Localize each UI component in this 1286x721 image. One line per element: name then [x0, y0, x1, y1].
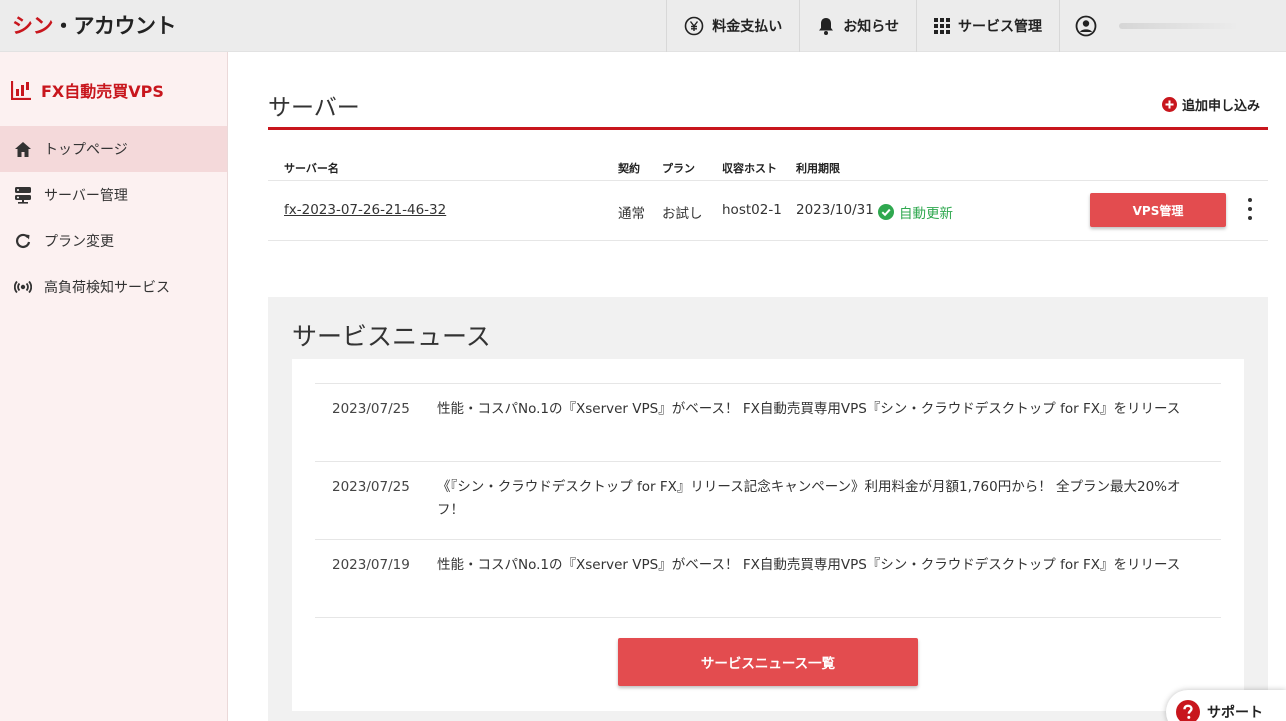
more-options-icon[interactable]: [1240, 196, 1260, 222]
news-text: 《『シン・クラウドデスクトップ for FX』リリース記念キャンペーン》利用料金…: [437, 479, 1181, 518]
news-text: 性能・コスパNo.1の『Xserver VPS』がベース！ FX自動売買専用VP…: [437, 557, 1181, 573]
sidebar-item-label: 高負荷検知サービス: [44, 280, 170, 296]
user-menu[interactable]: [1059, 0, 1286, 52]
column-header-plan: プラン: [662, 162, 695, 175]
news-item[interactable]: 2023/07/25 性能・コスパNo.1の『Xserver VPS』がベース！…: [315, 384, 1221, 462]
add-application-label: 追加申し込み: [1181, 99, 1260, 114]
service-news-list-button[interactable]: サービスニュース一覧: [618, 638, 918, 686]
table-cell-expiry: 2023/10/31: [796, 202, 874, 218]
nav-notifications-label: お知らせ: [843, 19, 899, 35]
top-header: シン・アカウント 料金支払い お知らせ サービス管理: [0, 0, 1286, 52]
brand-logo-accent: シン: [12, 14, 54, 38]
sidebar-item-label: サーバー管理: [44, 188, 128, 204]
service-news-panel: サービスニュース 2023/07/25 性能・コスパNo.1の『Xserver …: [268, 297, 1268, 721]
sidebar-item-top-page[interactable]: トップページ: [0, 126, 227, 172]
table-cell-host: host02-1: [722, 202, 782, 218]
column-header-host: 収容ホスト: [722, 162, 777, 175]
vps-management-button[interactable]: VPS管理: [1090, 193, 1226, 227]
support-label: サポート: [1207, 705, 1263, 721]
news-text: 性能・コスパNo.1の『Xserver VPS』がベース！ FX自動売買専用VP…: [437, 401, 1181, 417]
news-date: 2023/07/25: [332, 401, 410, 417]
auto-renew-label: 自動更新: [899, 206, 953, 222]
sidebar-item-plan-change[interactable]: プラン変更: [0, 218, 227, 264]
chart-icon: [11, 80, 32, 100]
column-header-server-name: サーバー名: [284, 162, 339, 175]
add-application-link[interactable]: 追加申し込み: [1161, 95, 1260, 114]
user-name-redacted: [1119, 23, 1239, 29]
news-item[interactable]: 2023/07/25 《『シン・クラウドデスクトップ for FX』リリース記念…: [315, 462, 1221, 540]
yen-circle-icon: [684, 16, 704, 36]
table-divider: [268, 240, 1268, 241]
broadcast-icon: [13, 280, 33, 294]
refresh-icon: [13, 233, 33, 249]
home-icon: [13, 141, 33, 158]
server-name-link[interactable]: fx-2023-07-26-21-46-32: [284, 202, 446, 218]
nav-service-management[interactable]: サービス管理: [916, 0, 1059, 52]
user-circle-icon: [1075, 15, 1097, 37]
nav-payment-label: 料金支払い: [712, 19, 783, 35]
top-nav: 料金支払い お知らせ サービス管理: [666, 0, 1286, 52]
table-cell-plan: お試し: [662, 206, 703, 222]
help-icon: [1176, 700, 1200, 721]
news-date: 2023/07/19: [332, 557, 410, 573]
news-item[interactable]: 2023/07/19 性能・コスパNo.1の『Xserver VPS』がベース！…: [315, 540, 1221, 618]
sidebar: FX自動売買VPS トップページ サーバー管理 プラン変更 高負荷検知サービス: [0, 52, 228, 721]
check-circle-icon: [878, 204, 894, 220]
sidebar-item-high-load-detection[interactable]: 高負荷検知サービス: [0, 264, 227, 310]
news-date: 2023/07/25: [332, 479, 410, 495]
table-cell-server-name: fx-2023-07-26-21-46-32: [284, 202, 446, 218]
bell-icon: [817, 16, 835, 36]
nav-service-management-label: サービス管理: [958, 19, 1042, 35]
auto-renew-status: 自動更新: [878, 202, 953, 222]
sidebar-item-label: プラン変更: [44, 234, 114, 250]
column-header-contract: 契約: [618, 162, 640, 175]
service-news-title: サービスニュース: [292, 322, 491, 351]
nav-notifications[interactable]: お知らせ: [799, 0, 916, 52]
sidebar-title-label: FX自動売買VPS: [41, 82, 164, 101]
nav-payment[interactable]: 料金支払い: [666, 0, 799, 52]
server-section-title: サーバー: [268, 95, 360, 121]
table-cell-contract: 通常: [618, 206, 645, 222]
brand-logo[interactable]: シン・アカウント: [12, 10, 177, 40]
sidebar-item-server-management[interactable]: サーバー管理: [0, 172, 227, 218]
server-icon: [13, 186, 33, 204]
brand-logo-text: ・アカウント: [53, 14, 177, 38]
grid-icon: [934, 18, 950, 34]
server-section-header: サーバー 追加申し込み: [268, 88, 1268, 130]
sidebar-item-label: トップページ: [44, 142, 128, 158]
support-button[interactable]: サポート: [1166, 690, 1286, 721]
sidebar-title[interactable]: FX自動売買VPS: [11, 78, 164, 102]
table-divider: [268, 180, 1268, 181]
column-header-expiry: 利用期限: [796, 162, 840, 175]
sidebar-menu: トップページ サーバー管理 プラン変更 高負荷検知サービス: [0, 126, 227, 310]
plus-circle-icon: [1161, 97, 1177, 112]
service-news-card: 2023/07/25 性能・コスパNo.1の『Xserver VPS』がベース！…: [292, 359, 1244, 711]
news-list: 2023/07/25 性能・コスパNo.1の『Xserver VPS』がベース！…: [315, 383, 1221, 618]
